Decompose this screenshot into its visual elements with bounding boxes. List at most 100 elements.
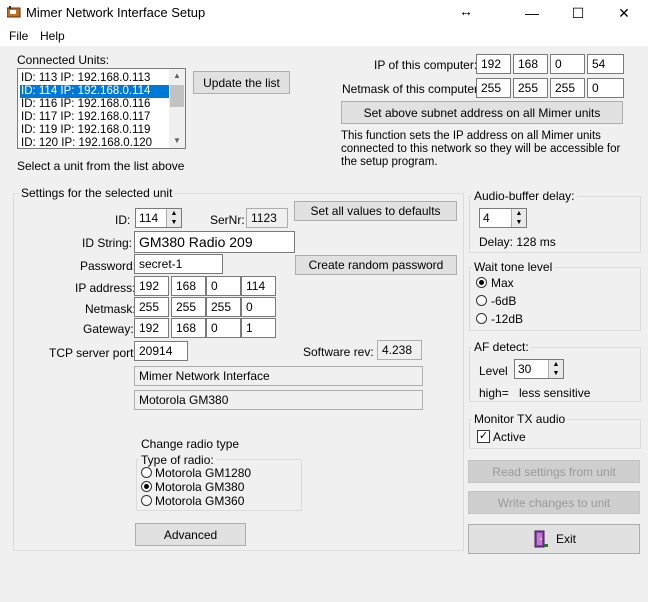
gateway-octet-1[interactable]: 192	[134, 318, 169, 338]
af-detect-label: AF detect:	[472, 340, 531, 354]
scroll-up-icon[interactable]: ▲	[169, 69, 185, 83]
af-level-spinner[interactable]: 30 ▲ ▼	[514, 359, 564, 379]
list-scrollbar[interactable]: ▲ ▼	[169, 69, 185, 148]
unit-netmask-octet-3[interactable]: 255	[206, 297, 241, 317]
menu-help[interactable]: Help	[40, 29, 65, 43]
sernr-field: 1123	[246, 208, 288, 228]
menu-bar	[0, 26, 648, 46]
random-password-button[interactable]: Create random password	[295, 255, 457, 275]
id-spinner[interactable]: 114 ▲ ▼	[135, 208, 182, 228]
window-title: Mimer Network Interface Setup	[26, 5, 206, 20]
exit-button[interactable]: Exit	[468, 524, 640, 554]
scroll-down-icon[interactable]: ▼	[169, 134, 185, 148]
radio-gm360-label: Motorola GM360	[155, 494, 245, 508]
write-changes-button[interactable]: Write changes to unit	[468, 491, 640, 514]
netmask-computer-octet-3[interactable]: 255	[550, 78, 585, 98]
tcp-port-field[interactable]: 20914	[134, 341, 188, 361]
password-field[interactable]: secret-1	[134, 254, 223, 274]
unit-ip-octet-3[interactable]: 0	[206, 276, 241, 296]
select-unit-hint: Select a unit from the list above	[17, 159, 185, 173]
advanced-button[interactable]: Advanced	[135, 523, 246, 546]
monitor-tx-active-label: Active	[493, 430, 526, 444]
unit-netmask-label: Netmask:	[85, 302, 136, 316]
radio-gm380-label: Motorola GM380	[155, 480, 245, 494]
id-spin-up-icon[interactable]: ▲	[167, 209, 181, 218]
unit-ip-label: IP address:	[75, 281, 136, 295]
wait-tone-6db-radio[interactable]	[476, 295, 487, 306]
gateway-octet-2[interactable]: 168	[171, 318, 206, 338]
ip-computer-octet-2[interactable]: 168	[513, 54, 548, 74]
unit-ip-octet-2[interactable]: 168	[171, 276, 206, 296]
audio-buffer-label: Audio-buffer delay:	[472, 189, 577, 203]
audio-buffer-spinner[interactable]: 4 ▲ ▼	[479, 208, 527, 228]
exit-button-label: Exit	[555, 532, 576, 546]
ip-computer-label: IP of this computer:	[374, 58, 478, 72]
ip-computer-octet-3[interactable]: 0	[550, 54, 585, 74]
monitor-tx-checkbox[interactable]: ✓	[477, 430, 490, 443]
wait-tone-label: Wait tone level	[472, 260, 555, 274]
radio-gm1280[interactable]	[141, 467, 152, 478]
set-subnet-button[interactable]: Set above subnet address on all Mimer un…	[341, 101, 623, 124]
af-high-label: high=	[479, 386, 509, 400]
audio-buffer-down-icon[interactable]: ▼	[512, 218, 526, 227]
af-sensitivity-text: less sensitive	[519, 386, 591, 400]
unit-list-item[interactable]: ID: 116 IP: 192.168.0.116	[20, 98, 169, 111]
audio-buffer-value: 4	[483, 211, 490, 225]
wait-tone-6db-label: -6dB	[491, 294, 517, 308]
unit-netmask-octet-4[interactable]: 0	[241, 297, 276, 317]
gateway-label: Gateway:	[83, 322, 134, 336]
app-icon	[7, 6, 21, 18]
unit-list-item[interactable]: ID: 119 IP: 192.168.0.119	[20, 124, 169, 137]
software-rev-field: 4.238	[377, 340, 422, 360]
af-level-label: Level	[479, 364, 508, 378]
menu-file[interactable]: File	[9, 29, 28, 43]
connected-units-list[interactable]: ID: 113 IP: 192.168.0.113 ID: 114 IP: 192…	[17, 68, 186, 149]
unit-list-item[interactable]: ID: 117 IP: 192.168.0.117	[20, 111, 169, 124]
unit-ip-octet-4[interactable]: 114	[241, 276, 276, 296]
scroll-thumb[interactable]	[170, 85, 184, 107]
unit-settings-group-label: Settings for the selected unit	[19, 186, 175, 200]
close-button[interactable]: ✕	[601, 0, 647, 26]
unit-ip-octet-1[interactable]: 192	[134, 276, 169, 296]
netmask-computer-octet-1[interactable]: 255	[476, 78, 511, 98]
gateway-octet-3[interactable]: 0	[206, 318, 241, 338]
radio-gm360[interactable]	[141, 495, 152, 506]
gateway-octet-4[interactable]: 1	[241, 318, 276, 338]
password-label: Password:	[80, 259, 137, 273]
radio-type-group-label: Type of radio:	[139, 453, 216, 467]
subnet-description: This function sets the IP address on all…	[341, 130, 621, 168]
software-rev-label: Software rev:	[303, 345, 374, 359]
resize-icon: ↔	[459, 3, 473, 19]
minimize-button[interactable]: —	[509, 0, 555, 26]
read-settings-button[interactable]: Read settings from unit	[468, 460, 640, 483]
ip-computer-octet-1[interactable]: 192	[476, 54, 511, 74]
unit-list-item[interactable]: ID: 120 IP: 192.168.0.120	[20, 137, 169, 148]
update-list-button[interactable]: Update the list	[193, 71, 290, 94]
netmask-computer-label: Netmask of this computer:	[342, 82, 482, 96]
unit-netmask-octet-1[interactable]: 255	[134, 297, 169, 317]
device-info-line-1: Mimer Network Interface	[134, 366, 423, 386]
change-radio-type-label: Change radio type	[141, 437, 240, 451]
tcp-port-label: TCP server port:	[49, 346, 137, 360]
unit-list-item[interactable]: ID: 114 IP: 192.168.0.114	[20, 85, 169, 98]
idstring-label: ID String:	[82, 236, 133, 250]
wait-tone-max-radio[interactable]	[476, 277, 487, 288]
audio-buffer-up-icon[interactable]: ▲	[512, 209, 526, 218]
unit-list-item[interactable]: ID: 113 IP: 192.168.0.113	[20, 72, 169, 85]
monitor-tx-label: Monitor TX audio	[472, 412, 568, 426]
set-defaults-button[interactable]: Set all values to defaults	[294, 201, 457, 221]
device-info-line-2: Motorola GM380	[134, 390, 423, 410]
id-spin-down-icon[interactable]: ▼	[167, 218, 181, 227]
maximize-button[interactable]: ☐	[555, 0, 601, 26]
unit-netmask-octet-2[interactable]: 255	[171, 297, 206, 317]
wait-tone-12db-radio[interactable]	[476, 313, 487, 324]
idstring-field[interactable]: GM380 Radio 209	[134, 231, 295, 253]
af-level-down-icon[interactable]: ▼	[549, 369, 563, 378]
netmask-computer-octet-2[interactable]: 255	[513, 78, 548, 98]
af-level-up-icon[interactable]: ▲	[549, 360, 563, 369]
sernr-label: SerNr:	[210, 213, 245, 227]
radio-gm380[interactable]	[141, 481, 152, 492]
audio-delay-text: Delay: 128 ms	[479, 235, 556, 249]
ip-computer-octet-4[interactable]: 54	[587, 54, 624, 74]
netmask-computer-octet-4[interactable]: 0	[587, 78, 624, 98]
